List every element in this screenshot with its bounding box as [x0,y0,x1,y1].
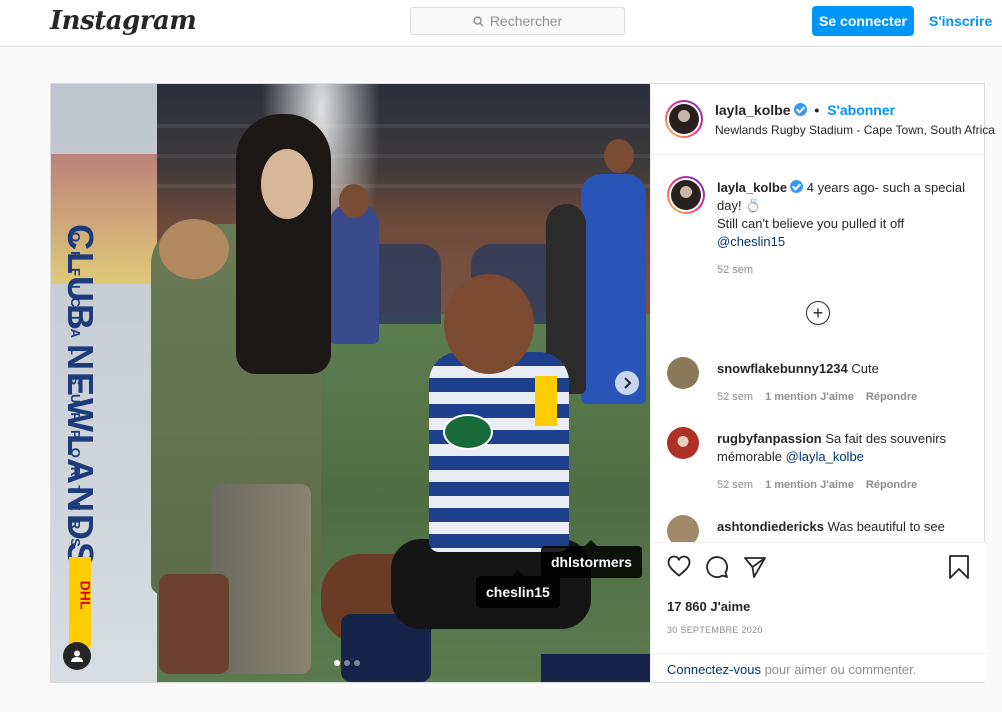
bystander-head [339,184,369,218]
user-tag-cheslin15[interactable]: cheslin15 [476,570,560,608]
share-icon[interactable] [743,555,767,579]
separator-dot: • [814,102,820,118]
instagram-logo[interactable]: Instagram [50,6,197,36]
comment-likes[interactable]: 1 mention J'aime [765,391,854,403]
dhl-logo: DHL [69,557,94,647]
handbag [159,574,229,674]
search-icon [473,15,484,27]
comment-text: snowflakebunny1234 Cute [717,360,972,378]
stand-row [157,184,650,188]
bystander [329,204,379,344]
caption-username[interactable]: layla_kolbe [717,180,787,195]
author-username[interactable]: layla_kolbe [715,102,791,118]
chevron-right-icon [624,377,632,389]
stand-row [157,154,650,158]
caption-text: layla_kolbe 4 years ago- such a special … [717,179,972,251]
reply-button[interactable]: Répondre [866,391,917,403]
man-sock [541,654,650,682]
carousel-dots [334,660,360,666]
verified-badge-icon [793,103,807,116]
comment-meta: 52 sem 1 mention J'aime Répondre [717,479,917,491]
carousel-dot [354,660,360,666]
carousel-dot [344,660,350,666]
comment-likes[interactable]: 1 mention J'aime [765,479,854,491]
fur-hood [159,219,229,279]
commenter-avatar[interactable] [667,357,699,389]
banner-subtitle: OFFICIAL SUPPORTERS CLUB [68,232,83,641]
signup-link[interactable]: S'inscrire [929,13,992,29]
follow-button[interactable]: S'abonner [827,102,895,118]
comment-text: ashtondiedericks Was beautiful to see [717,518,972,536]
comment-meta: 52 sem 1 mention J'aime Répondre [717,391,917,403]
author-avatar[interactable] [665,100,703,138]
user-tag-icon[interactable] [63,642,91,670]
comment-text: rugbyfanpassion Sa fait des souvenirs mé… [717,430,972,466]
login-prompt-link[interactable]: Connectez-vous [667,662,761,677]
man-head [444,274,534,374]
comment-username[interactable]: ashtondiedericks [717,519,824,534]
login-prompt-text: pour aimer ou commenter. [760,662,917,677]
post-photo[interactable]: CLUB NEWLANDS OFFICIAL SUPPORTERS CLUB D… [51,84,650,682]
author-header: layla_kolbe • S'abonner [715,102,895,118]
post-sidebar: layla_kolbe • S'abonner Newlands Rugby S… [650,84,995,682]
location-link[interactable]: Newlands Rugby Stadium - Cape Town, Sout… [715,123,995,137]
like-count[interactable]: 17 860 J'aime [667,599,750,614]
login-prompt: Connectez-vous pour aimer ou commenter. [651,653,986,683]
next-slide-button[interactable] [615,371,639,395]
verified-badge-icon [790,180,804,193]
action-icons [667,555,767,579]
reply-button[interactable]: Répondre [866,479,917,491]
comment-username[interactable]: rugbyfanpassion [717,431,822,446]
bystander-head [604,139,634,173]
jersey-logo [443,414,493,450]
caption-line2: Still can't believe you pulled it off [717,216,905,231]
bystander [581,174,646,404]
user-tag-dhlstormers[interactable]: dhlstormers [541,540,642,578]
add-circle-icon[interactable]: + [806,301,830,325]
top-nav: Instagram Rechercher Se connecter S'insc… [0,0,1002,47]
stand-row [157,124,650,128]
dhl-text: DHL [77,580,94,610]
caption-meta: 52 sem [717,264,753,276]
comment-username[interactable]: snowflakebunny1234 [717,361,848,376]
supporters-banner: CLUB NEWLANDS OFFICIAL SUPPORTERS CLUB D… [51,84,157,682]
post-card: CLUB NEWLANDS OFFICIAL SUPPORTERS CLUB D… [50,83,995,683]
jersey-sponsor [535,376,557,426]
comment-mention[interactable]: @layla_kolbe [786,449,864,464]
carousel-dot [334,660,340,666]
post-header: layla_kolbe • S'abonner Newlands Rugby S… [651,84,995,155]
comment-time[interactable]: 52 sem [717,479,753,491]
login-button[interactable]: Se connecter [812,6,914,36]
search-placeholder: Rechercher [489,13,563,29]
woman-face [261,149,313,219]
post-date[interactable]: 30 SEPTEMBRE 2020 [667,625,763,635]
caption-avatar[interactable] [667,176,705,214]
bookmark-icon[interactable] [948,555,970,579]
comment-body: Was beautiful to see [827,519,945,534]
comment-time[interactable]: 52 sem [717,391,753,403]
heart-icon[interactable] [667,555,691,577]
caption-time[interactable]: 52 sem [717,264,753,276]
search-input[interactable]: Rechercher [410,7,625,35]
comment-icon[interactable] [705,555,729,579]
post-actions: 17 860 J'aime 30 SEPTEMBRE 2020 Connecte… [651,542,986,682]
commenter-avatar[interactable] [667,427,699,459]
caption-mention[interactable]: @cheslin15 [717,234,785,249]
comment-body: Cute [851,361,879,376]
